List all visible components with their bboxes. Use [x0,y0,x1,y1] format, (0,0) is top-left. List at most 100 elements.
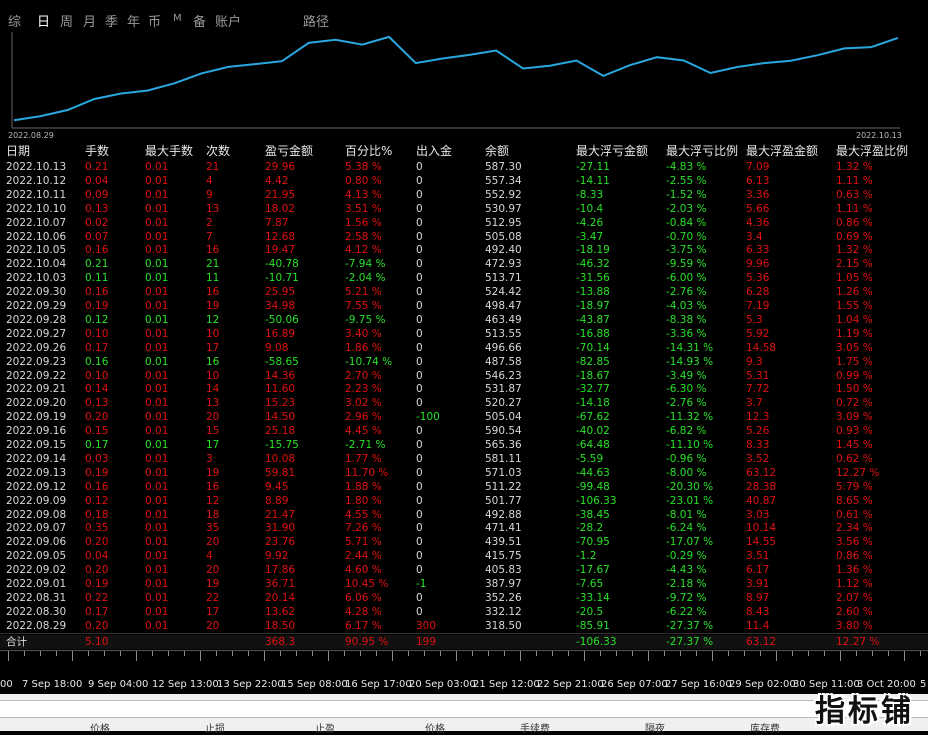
table-row[interactable]: 2022.10.06 0.07 0.01 7 12.68 2.58 % 0 505.08 -3.… [0,230,928,244]
table-row[interactable]: 2022.10.11 0.09 0.01 9 21.95 4.13 % 0 552.92 -8.… [0,188,928,202]
header-max-float-loss-pct[interactable]: 最大浮亏比例 [666,144,738,158]
table-row[interactable]: 2022.09.19 0.20 0.01 20 14.50 2.96 % -100 505.0… [0,410,928,424]
cell-max-float-loss-pct: -4.83 % [666,161,707,173]
cell-pnl: 9.45 [265,480,289,493]
cell-max-lots: 0.01 [145,383,169,396]
cell-pnl: -10.71 [265,272,299,285]
cell-lots: 0.09 [85,188,109,201]
table-row[interactable]: 2022.09.02 0.20 0.01 20 17.86 4.60 % 0 405.83 -1… [0,563,928,577]
header-date[interactable]: 日期 [6,144,30,158]
cell-lots: 0.21 [85,161,109,173]
table-row[interactable]: 2022.09.29 0.19 0.01 19 34.98 7.55 % 0 498.47 -1… [0,299,928,313]
cell-date: 2022.09.05 [6,550,67,563]
header-balance[interactable]: 余额 [485,144,509,158]
table-row[interactable]: 2022.10.03 0.11 0.01 11 -10.71 -2.04 % 0 513.71… [0,271,928,285]
table-row[interactable]: 2022.09.22 0.10 0.01 10 14.36 2.70 % 0 546.23 -1… [0,369,928,383]
axis-tick [712,651,713,661]
axis-tick [520,651,521,661]
cell-percent: 4.55 % [345,508,382,521]
cell-date: 2022.09.19 [6,411,67,424]
cell-max-float-profit-pct: 1.75 % [836,355,873,368]
table-row[interactable]: 2022.10.12 0.04 0.01 4 4.42 0.80 % 0 557.34 -14.… [0,174,928,188]
table-row[interactable]: 2022.10.10 0.13 0.01 13 18.02 3.51 % 0 530.97 -1… [0,202,928,216]
cell-max-float-loss: -32.77 [576,383,610,396]
cell-max-float-loss: -8.33 [576,188,604,201]
cell-max-float-loss-pct: -1.52 % [666,188,707,201]
axis-tick [888,651,889,656]
cell-trades: 22 [206,591,220,604]
header-max-float-profit[interactable]: 最大浮盈金额 [746,144,818,158]
table-row[interactable]: 2022.09.20 0.13 0.01 13 15.23 3.02 % 0 520.27 -1… [0,396,928,410]
axis-tick [648,651,649,661]
cell-max-lots: 0.01 [145,522,169,535]
table-row[interactable]: 2022.09.08 0.18 0.01 18 21.47 4.55 % 0 492.88 -3… [0,508,928,522]
cell-max-float-profit: 9.3 [746,355,763,368]
axis-tick [152,651,153,656]
total-lots: 5.10 [85,635,109,648]
cell-max-float-loss-pct: -0.96 % [666,452,707,465]
table-row[interactable]: 2022.09.06 0.20 0.01 20 23.76 5.71 % 0 439.51 -7… [0,535,928,549]
table-row[interactable]: 2022.08.31 0.22 0.01 22 20.14 6.06 % 0 352.26 -3… [0,591,928,605]
table-row[interactable]: 2022.09.13 0.19 0.01 19 59.81 11.70 % 0 571.03 -… [0,466,928,480]
cell-deposit: 0 [416,313,423,326]
bottom-input-bar[interactable] [0,700,928,718]
header-pnl[interactable]: 盈亏金额 [265,144,313,158]
table-row[interactable]: 2022.09.09 0.12 0.01 12 8.89 1.80 % 0 501.77 -10… [0,494,928,508]
cell-date: 2022.10.05 [6,244,67,257]
cell-max-lots: 0.01 [145,244,169,257]
cell-max-float-loss: -20.5 [576,605,604,618]
cell-max-lots: 0.01 [145,411,169,424]
cell-max-float-loss-pct: -20.30 % [666,480,714,493]
table-row[interactable]: 2022.09.23 0.16 0.01 16 -58.65 -10.74 % 0 487.5… [0,355,928,369]
axis-tick [40,651,41,656]
axis-tick [856,651,857,656]
header-deposit[interactable]: 出入金 [416,144,452,158]
table-row[interactable]: 2022.09.21 0.14 0.01 14 11.60 2.23 % 0 531.87 -3… [0,382,928,396]
table-row[interactable]: 2022.09.05 0.04 0.01 4 9.92 2.44 % 0 415.75 -1.2… [0,549,928,563]
header-max-float-loss[interactable]: 最大浮亏金额 [576,144,648,158]
cell-balance: 557.34 [485,174,522,187]
table-row[interactable]: 2022.09.30 0.16 0.01 16 25.95 5.21 % 0 524.42 -1… [0,285,928,299]
table-row[interactable]: 2022.08.29 0.20 0.01 20 18.50 6.17 % 300 318.50… [0,619,928,633]
table-row[interactable]: 2022.09.26 0.17 0.01 17 9.08 1.86 % 0 496.66 -70… [0,341,928,355]
bottom-col-price: 价格 [90,724,110,735]
header-trades[interactable]: 次数 [206,144,230,158]
header-max-lots[interactable]: 最大手数 [145,144,193,158]
tab-m[interactable]: M [173,13,182,24]
table-row[interactable]: 2022.10.05 0.16 0.01 16 19.47 4.12 % 0 492.40 -1… [0,243,928,257]
table-row[interactable]: 2022.09.16 0.15 0.01 15 25.18 4.45 % 0 590.54 -4… [0,424,928,438]
cell-trades: 20 [206,619,220,632]
cell-max-float-profit-pct: 1.05 % [836,272,873,285]
cell-max-lots: 0.01 [145,174,169,187]
axis-label: 00 [0,679,13,690]
header-lots[interactable]: 手数 [85,144,109,158]
cell-max-float-loss-pct: -3.36 % [666,327,707,340]
header-percent[interactable]: 百分比% [345,144,392,158]
table-row[interactable]: 2022.09.28 0.12 0.01 12 -50.06 -9.75 % 0 463.49… [0,313,928,327]
cell-pnl: 12.68 [265,230,296,243]
cell-max-lots: 0.01 [145,480,169,493]
table-row[interactable]: 2022.09.27 0.10 0.01 10 16.89 3.40 % 0 513.55 -1… [0,327,928,341]
table-row[interactable]: 2022.10.07 0.02 0.01 2 7.87 1.56 % 0 512.95 -4.2… [0,216,928,230]
axis-tick [744,651,745,656]
table-row[interactable]: 2022.09.14 0.03 0.01 3 10.08 1.77 % 0 581.11 -5.… [0,452,928,466]
cell-max-float-loss-pct: -4.43 % [666,564,707,577]
cell-date: 2022.10.03 [6,272,67,285]
cell-deposit: 0 [416,591,423,604]
cell-deposit: 0 [416,355,423,368]
table-row[interactable]: 2022.08.30 0.17 0.01 17 13.62 4.28 % 0 332.12 -2… [0,605,928,619]
header-max-float-profit-pct[interactable]: 最大浮盈比例 [836,144,908,158]
cell-max-float-profit: 7.19 [746,300,770,312]
cell-max-float-profit: 3.7 [746,397,763,410]
cell-lots: 0.16 [85,355,109,368]
table-row[interactable]: 2022.09.15 0.17 0.01 17 -15.75 -2.71 % 0 565.36… [0,438,928,452]
table-row[interactable]: 2022.09.12 0.16 0.01 16 9.45 1.88 % 0 511.22 -99… [0,480,928,494]
table-row[interactable]: 2022.09.07 0.35 0.01 35 31.90 7.26 % 0 471.41 -2… [0,521,928,535]
table-row[interactable]: 2022.10.04 0.21 0.01 21 -40.78 -7.94 % 0 472.93… [0,257,928,271]
cell-max-lots: 0.01 [145,425,169,438]
cell-trades: 21 [206,161,220,173]
table-row[interactable]: 2022.10.13 0.21 0.01 21 29.96 5.38 % 0 587.30 -2… [0,160,928,174]
table-row[interactable]: 2022.09.01 0.19 0.01 19 36.71 10.45 % -1 387.97… [0,577,928,591]
cell-max-float-profit: 5.36 [746,272,770,285]
cell-pnl: 25.18 [265,425,296,438]
